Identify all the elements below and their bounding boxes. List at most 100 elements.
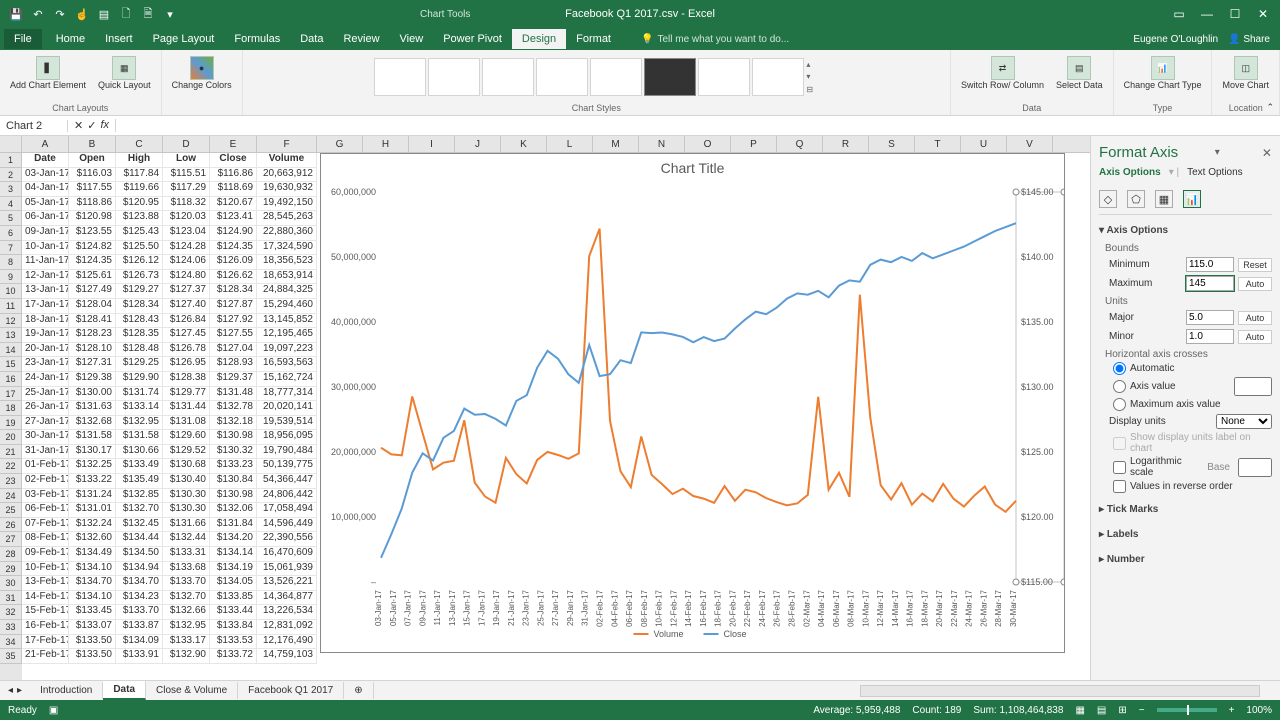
- chart-style-8[interactable]: [752, 58, 804, 96]
- display-units-select[interactable]: None: [1216, 414, 1272, 429]
- view-layout-icon[interactable]: ▤: [1097, 705, 1106, 716]
- chart-style-7[interactable]: [698, 58, 750, 96]
- sheet-tab-data[interactable]: Data: [103, 681, 146, 700]
- crosses-auto-radio[interactable]: [1113, 362, 1126, 375]
- new-sheet-button[interactable]: ⊕: [344, 682, 373, 699]
- select-all-corner[interactable]: [0, 136, 22, 152]
- cancel-formula-icon[interactable]: ✕: [74, 119, 83, 132]
- share-button[interactable]: 👤 Share: [1228, 34, 1270, 45]
- sheet-tab-facebook[interactable]: Facebook Q1 2017: [238, 682, 344, 699]
- maximize-icon[interactable]: ☐: [1222, 4, 1248, 24]
- tick-marks-section[interactable]: Tick Marks: [1099, 500, 1272, 519]
- col-header-A[interactable]: A: [22, 136, 69, 152]
- col-header-L[interactable]: L: [547, 136, 593, 152]
- tab-nav-prev[interactable]: ◂: [8, 685, 13, 696]
- zoom-out-icon[interactable]: −: [1139, 705, 1145, 716]
- col-header-E[interactable]: E: [210, 136, 257, 152]
- view-break-icon[interactable]: ⊞: [1118, 705, 1126, 716]
- gallery-more[interactable]: ⊟: [806, 85, 818, 94]
- chart-styles-gallery[interactable]: ▴ ▾ ⊟: [370, 54, 822, 100]
- col-header-G[interactable]: G: [317, 136, 363, 152]
- col-header-R[interactable]: R: [823, 136, 869, 152]
- col-header-P[interactable]: P: [731, 136, 777, 152]
- qat-icon3[interactable]: 🗎: [140, 6, 156, 22]
- tab-insert[interactable]: Insert: [95, 29, 143, 49]
- axis-options-section[interactable]: Axis Options: [1099, 221, 1272, 240]
- axis-major-input[interactable]: [1186, 310, 1234, 325]
- zoom-in-icon[interactable]: +: [1229, 705, 1235, 716]
- redo-icon[interactable]: ↷: [52, 6, 68, 22]
- tell-me-input[interactable]: 💡 Tell me what you want to do...: [641, 34, 789, 45]
- gallery-down[interactable]: ▾: [806, 72, 818, 81]
- undo-icon[interactable]: ↶: [30, 6, 46, 22]
- tab-view[interactable]: View: [390, 29, 434, 49]
- col-header-T[interactable]: T: [915, 136, 961, 152]
- tab-format[interactable]: Format: [566, 29, 621, 49]
- qat-icon[interactable]: ▤: [96, 6, 112, 22]
- enter-formula-icon[interactable]: ✓: [87, 119, 96, 132]
- fill-line-icon[interactable]: ◇: [1099, 190, 1117, 208]
- reverse-order-check[interactable]: [1113, 480, 1126, 493]
- col-header-V[interactable]: V: [1007, 136, 1053, 152]
- axis-max-input[interactable]: [1186, 276, 1234, 291]
- col-header-C[interactable]: C: [116, 136, 163, 152]
- move-chart-button[interactable]: ◫Move Chart: [1218, 54, 1273, 92]
- text-options-tab[interactable]: Text Options: [1187, 167, 1243, 178]
- sheet-tab-close-volume[interactable]: Close & Volume: [146, 682, 238, 699]
- col-header-D[interactable]: D: [163, 136, 210, 152]
- embedded-chart[interactable]: Chart Title –10,000,00020,000,00030,000,…: [320, 153, 1065, 653]
- save-icon[interactable]: 💾: [8, 6, 24, 22]
- chart-style-6[interactable]: [644, 58, 696, 96]
- gallery-up[interactable]: ▴: [806, 60, 818, 69]
- tab-nav-next[interactable]: ▸: [17, 685, 22, 696]
- sheet-tab-introduction[interactable]: Introduction: [30, 682, 103, 699]
- chart-style-1[interactable]: [374, 58, 426, 96]
- tab-power-pivot[interactable]: Power Pivot: [433, 29, 512, 49]
- ribbon-display-icon[interactable]: ▭: [1166, 4, 1192, 24]
- crosses-value-radio[interactable]: [1113, 380, 1126, 393]
- col-header-B[interactable]: B: [69, 136, 116, 152]
- touch-icon[interactable]: ☝: [74, 6, 90, 22]
- zoom-level[interactable]: 100%: [1246, 705, 1272, 716]
- axis-options-icon[interactable]: 📊: [1183, 190, 1201, 208]
- col-header-Q[interactable]: Q: [777, 136, 823, 152]
- number-section[interactable]: Number: [1099, 550, 1272, 569]
- change-chart-type-button[interactable]: 📊Change Chart Type: [1120, 54, 1206, 92]
- name-box[interactable]: Chart 2: [0, 120, 68, 132]
- size-props-icon[interactable]: ▦: [1155, 190, 1173, 208]
- col-header-N[interactable]: N: [639, 136, 685, 152]
- labels-section[interactable]: Labels: [1099, 525, 1272, 544]
- col-header-I[interactable]: I: [409, 136, 455, 152]
- chart-style-2[interactable]: [428, 58, 480, 96]
- close-pane-icon[interactable]: ✕: [1262, 146, 1272, 160]
- col-header-K[interactable]: K: [501, 136, 547, 152]
- tab-file[interactable]: File: [4, 29, 42, 49]
- axis-options-tab[interactable]: Axis Options: [1099, 167, 1161, 178]
- tab-formulas[interactable]: Formulas: [224, 29, 290, 49]
- chart-style-4[interactable]: [536, 58, 588, 96]
- crosses-value-input[interactable]: [1234, 377, 1272, 396]
- close-icon[interactable]: ✕: [1250, 4, 1276, 24]
- select-data-button[interactable]: ▤Select Data: [1052, 54, 1107, 92]
- effects-icon[interactable]: ⬠: [1127, 190, 1145, 208]
- axis-max-auto[interactable]: Auto: [1238, 277, 1272, 291]
- col-header-J[interactable]: J: [455, 136, 501, 152]
- log-scale-check[interactable]: [1113, 461, 1126, 474]
- tab-data[interactable]: Data: [290, 29, 333, 49]
- change-colors-button[interactable]: ●Change Colors: [168, 54, 236, 92]
- quick-layout-button[interactable]: ▦Quick Layout: [94, 54, 155, 92]
- horizontal-scrollbar[interactable]: [860, 685, 1260, 697]
- chart-title[interactable]: Chart Title: [321, 154, 1064, 182]
- col-header-F[interactable]: F: [257, 136, 317, 152]
- tab-page-layout[interactable]: Page Layout: [143, 29, 225, 49]
- axis-min-input[interactable]: [1186, 257, 1234, 272]
- switch-row-col-button[interactable]: ⇄Switch Row/ Column: [957, 54, 1048, 92]
- col-header-M[interactable]: M: [593, 136, 639, 152]
- tab-design[interactable]: Design: [512, 29, 566, 49]
- chart-plot-area[interactable]: –10,000,00020,000,00030,000,00040,000,00…: [321, 182, 1064, 642]
- axis-min-reset[interactable]: Reset: [1238, 258, 1272, 272]
- view-normal-icon[interactable]: ▦: [1075, 705, 1084, 716]
- pane-menu-icon[interactable]: ▾: [1215, 147, 1226, 158]
- chart-style-5[interactable]: [590, 58, 642, 96]
- data-cells[interactable]: DateOpenHighLowCloseVolume03-Jan-17$116.…: [22, 153, 320, 691]
